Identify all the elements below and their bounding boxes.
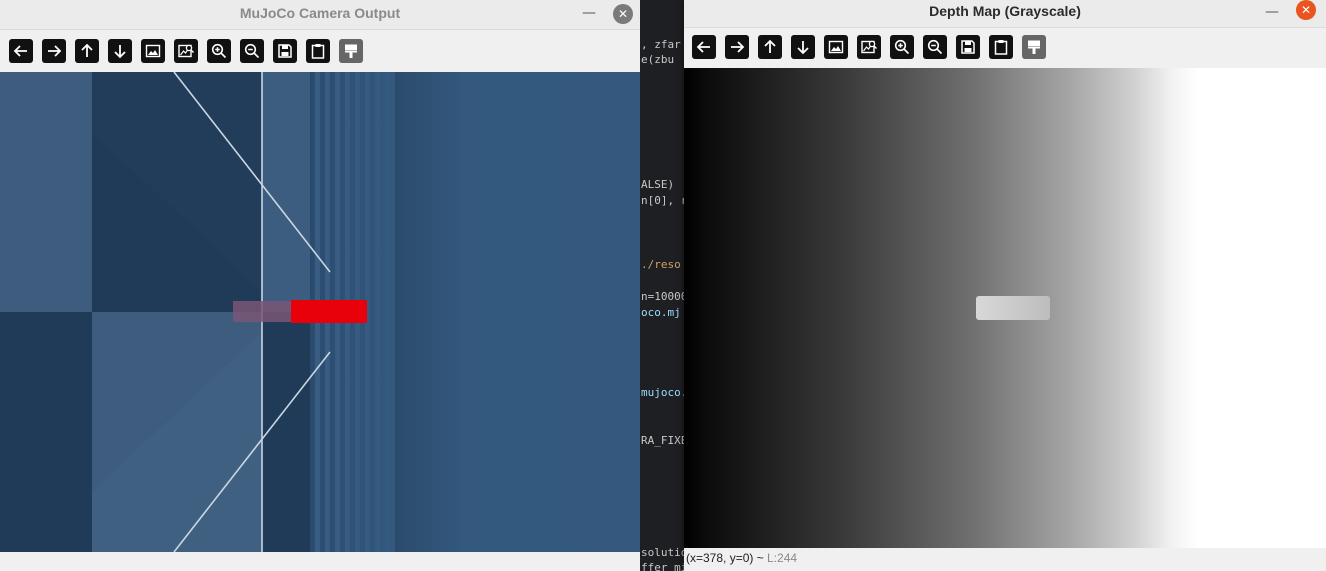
window-title: Depth Map (Grayscale) xyxy=(929,3,1081,19)
code-line: solutio xyxy=(641,546,688,559)
camera-scene xyxy=(0,72,640,552)
arrow-up-icon[interactable] xyxy=(758,35,782,59)
clipboard-icon[interactable] xyxy=(306,39,330,63)
code-line: ffer mi xyxy=(641,561,688,571)
pixel-value: L:244 xyxy=(767,551,798,565)
code-line: ./reso xyxy=(641,258,681,271)
close-button[interactable]: ✕ xyxy=(613,4,633,24)
box-depth-silhouette xyxy=(976,296,1050,320)
code-line: n=10000 xyxy=(641,290,688,303)
depth-map-window: Depth Map (Grayscale) — ✕ (x=378, y=0) ~… xyxy=(684,0,1326,571)
floor-tile xyxy=(262,72,310,312)
floor-tile xyxy=(262,312,310,552)
code-editor-background: , zfar e(zbu ALSE) n[0], r ./reso n=1000… xyxy=(640,0,690,571)
code-line: ALSE) xyxy=(641,178,675,191)
floor-tile xyxy=(0,312,92,552)
toolbar xyxy=(0,32,640,72)
cursor-coordinates: (x=378, y=0) ~ xyxy=(686,551,768,565)
box-shadow-trail xyxy=(233,301,291,322)
floor-tile xyxy=(0,72,92,312)
image-icon[interactable] xyxy=(824,35,848,59)
zoom-out-icon[interactable] xyxy=(923,35,947,59)
zoom-out-icon[interactable] xyxy=(240,39,264,63)
depth-gradient xyxy=(684,68,1326,548)
sky xyxy=(395,72,640,552)
arrow-left-icon[interactable] xyxy=(692,35,716,59)
zoom-in-icon[interactable] xyxy=(207,39,231,63)
arrow-up-icon[interactable] xyxy=(75,39,99,63)
code-line: n[0], r xyxy=(641,194,688,207)
code-line: oco.mj xyxy=(641,306,681,319)
arrow-left-icon[interactable] xyxy=(9,39,33,63)
arrow-right-icon[interactable] xyxy=(725,35,749,59)
status-bar xyxy=(0,552,640,571)
paint-brush-icon[interactable] xyxy=(1022,35,1046,59)
title-bar[interactable]: MuJoCo Camera Output — ✕ xyxy=(0,0,640,30)
paint-brush-icon[interactable] xyxy=(339,39,363,63)
window-title: MuJoCo Camera Output xyxy=(239,5,401,21)
camera-image[interactable] xyxy=(0,72,640,552)
arrow-right-icon[interactable] xyxy=(42,39,66,63)
code-line: , zfar xyxy=(641,38,681,51)
red-box xyxy=(291,300,367,323)
camera-output-window: MuJoCo Camera Output — ✕ xyxy=(0,0,640,571)
zoom-in-icon[interactable] xyxy=(890,35,914,59)
title-bar[interactable]: Depth Map (Grayscale) — ✕ xyxy=(684,0,1326,28)
status-bar: (x=378, y=0) ~ L:244 xyxy=(684,548,1326,571)
toolbar xyxy=(684,28,1326,68)
code-line: RA_FIXE xyxy=(641,434,688,447)
close-button[interactable]: ✕ xyxy=(1296,0,1316,20)
image-search-icon[interactable] xyxy=(174,39,198,63)
arrow-down-icon[interactable] xyxy=(108,39,132,63)
image-icon[interactable] xyxy=(141,39,165,63)
image-search-icon[interactable] xyxy=(857,35,881,59)
minimize-button[interactable]: — xyxy=(1262,3,1282,23)
minimize-button[interactable]: — xyxy=(579,4,599,24)
save-icon[interactable] xyxy=(273,39,297,63)
code-line: mujoco. xyxy=(641,386,688,399)
depth-map-image[interactable] xyxy=(684,68,1326,548)
code-line: e(zbu xyxy=(641,53,675,66)
save-icon[interactable] xyxy=(956,35,980,59)
clipboard-icon[interactable] xyxy=(989,35,1013,59)
arrow-down-icon[interactable] xyxy=(791,35,815,59)
